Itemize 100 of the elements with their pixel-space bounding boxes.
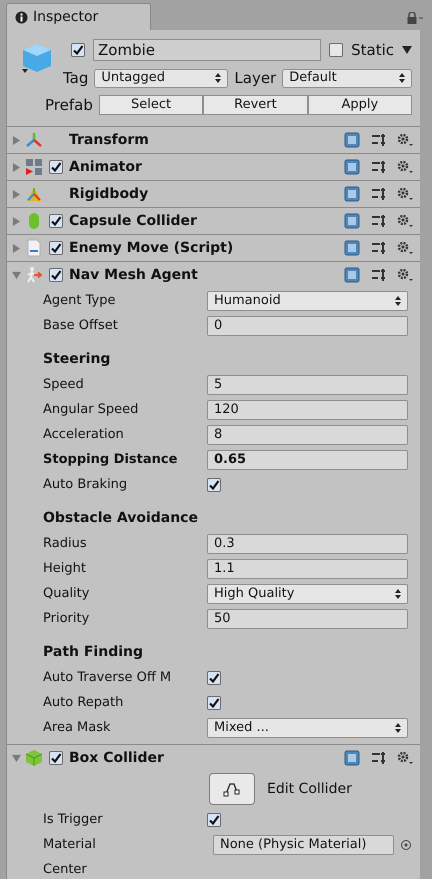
sliders-icon[interactable] xyxy=(370,213,386,229)
inspector-tab[interactable]: Inspector xyxy=(6,3,151,30)
active-checkbox[interactable] xyxy=(71,43,85,57)
enable-checkbox[interactable] xyxy=(49,160,63,174)
sliders-icon[interactable] xyxy=(370,750,386,766)
script-file-icon xyxy=(25,239,43,257)
number-field[interactable]: 120 xyxy=(207,400,408,420)
sliders-icon[interactable] xyxy=(370,132,386,148)
enable-checkbox[interactable] xyxy=(49,241,63,255)
up-down-arrows-icon xyxy=(395,296,401,306)
field-label: Auto Traverse Off M xyxy=(43,668,172,687)
field-label: Base Offset xyxy=(43,316,119,335)
help-book-icon[interactable] xyxy=(344,132,360,148)
field-label: Speed xyxy=(43,376,85,394)
help-book-icon[interactable] xyxy=(344,186,360,202)
component-title: Enemy Move (Script) xyxy=(68,238,234,258)
settings-icon[interactable] xyxy=(396,132,414,148)
name-field[interactable]: Zombie xyxy=(93,39,322,61)
enable-checkbox[interactable] xyxy=(49,214,63,228)
component-title: Animator xyxy=(68,158,143,176)
field-label: Acceleration xyxy=(43,426,125,444)
static-label: Static xyxy=(351,40,394,61)
component-title: Rigidbody xyxy=(68,184,150,204)
settings-icon[interactable] xyxy=(396,240,414,256)
dropdown[interactable]: High Quality xyxy=(207,584,408,604)
settings-icon[interactable] xyxy=(396,267,414,283)
prefab-button[interactable]: Select xyxy=(98,95,204,115)
component-title: Transform xyxy=(68,130,150,150)
prefab-button[interactable]: Revert xyxy=(203,95,308,115)
field-label: Center xyxy=(43,860,88,879)
section-heading: Path Finding xyxy=(43,643,144,662)
dropdown[interactable]: Humanoid xyxy=(207,290,408,310)
number-field[interactable]: 0 xyxy=(207,316,408,336)
dropdown-arrow-icon[interactable] xyxy=(402,45,412,55)
checkbox[interactable] xyxy=(207,478,221,492)
grid-icon xyxy=(25,158,43,176)
static-checkbox[interactable] xyxy=(329,43,344,57)
info-icon xyxy=(15,10,28,24)
tag-label: Tag xyxy=(63,68,88,89)
running-figure-icon xyxy=(25,266,43,284)
lock-icon[interactable] xyxy=(406,12,424,24)
axes-icon xyxy=(25,131,43,149)
enable-checkbox[interactable] xyxy=(49,751,63,765)
number-field[interactable]: 5 xyxy=(207,374,408,394)
number-field[interactable]: 1.1 xyxy=(207,558,408,578)
section-heading: Steering xyxy=(43,350,110,369)
help-book-icon[interactable] xyxy=(344,213,360,229)
sliders-icon[interactable] xyxy=(370,267,386,283)
field-label: Auto Braking xyxy=(43,476,128,494)
field-label: Quality xyxy=(43,584,90,603)
rigidbody-icon xyxy=(25,185,43,203)
number-field[interactable]: 0.3 xyxy=(207,534,408,554)
sliders-icon[interactable] xyxy=(370,186,386,202)
button-label: Edit Collider xyxy=(267,780,352,798)
component-title: Capsule Collider xyxy=(68,212,198,230)
prefab-label: Prefab xyxy=(45,94,93,116)
help-book-icon[interactable] xyxy=(344,159,360,175)
settings-icon[interactable] xyxy=(396,213,414,229)
checkbox[interactable] xyxy=(207,696,221,710)
field-label: Height xyxy=(43,560,87,578)
enable-checkbox[interactable] xyxy=(49,268,63,282)
up-down-arrows-icon xyxy=(215,73,222,83)
object-field[interactable]: None (Physic Material) xyxy=(213,834,394,854)
shape-edit-icon xyxy=(223,781,241,797)
number-field[interactable]: 0.65 xyxy=(207,450,408,470)
field-label: Material xyxy=(43,836,97,854)
help-book-icon[interactable] xyxy=(344,750,360,766)
field-label: Stopping Distance xyxy=(43,450,178,469)
component-title: Box Collider xyxy=(68,748,165,768)
field-label: Radius xyxy=(43,534,88,553)
help-book-icon[interactable] xyxy=(344,240,360,256)
sliders-icon[interactable] xyxy=(370,240,386,256)
sliders-icon[interactable] xyxy=(370,159,386,175)
cube-icon xyxy=(25,749,43,767)
dropdown[interactable]: Mixed ... xyxy=(207,718,408,738)
checkbox[interactable] xyxy=(207,812,221,826)
up-down-arrows-icon xyxy=(395,722,401,732)
field-label: Is Trigger xyxy=(43,810,104,829)
settings-icon[interactable] xyxy=(396,159,414,175)
number-field[interactable]: 50 xyxy=(207,608,408,628)
checkbox[interactable] xyxy=(207,670,221,684)
edit-collider-button[interactable] xyxy=(209,773,255,805)
section-heading: Obstacle Avoidance xyxy=(43,509,198,528)
up-down-arrows-icon xyxy=(399,73,405,83)
layer-dropdown[interactable]: Default xyxy=(282,68,412,88)
number-field[interactable]: 8 xyxy=(207,424,408,444)
field-label: Agent Type xyxy=(43,292,116,310)
field-label: Auto Repath xyxy=(43,694,124,712)
layer-label: Layer xyxy=(234,68,276,89)
field-label: Angular Speed xyxy=(43,400,140,419)
component-title: Nav Mesh Agent xyxy=(68,266,199,284)
help-book-icon[interactable] xyxy=(344,267,360,283)
tag-dropdown[interactable]: Untagged xyxy=(94,68,228,88)
field-label: Priority xyxy=(43,610,90,628)
settings-icon[interactable] xyxy=(396,750,414,766)
settings-icon[interactable] xyxy=(396,186,414,202)
field-label: Area Mask xyxy=(43,718,112,737)
prefab-button[interactable]: Apply xyxy=(308,95,412,115)
target-icon[interactable] xyxy=(400,838,412,850)
up-down-arrows-icon xyxy=(395,588,401,598)
